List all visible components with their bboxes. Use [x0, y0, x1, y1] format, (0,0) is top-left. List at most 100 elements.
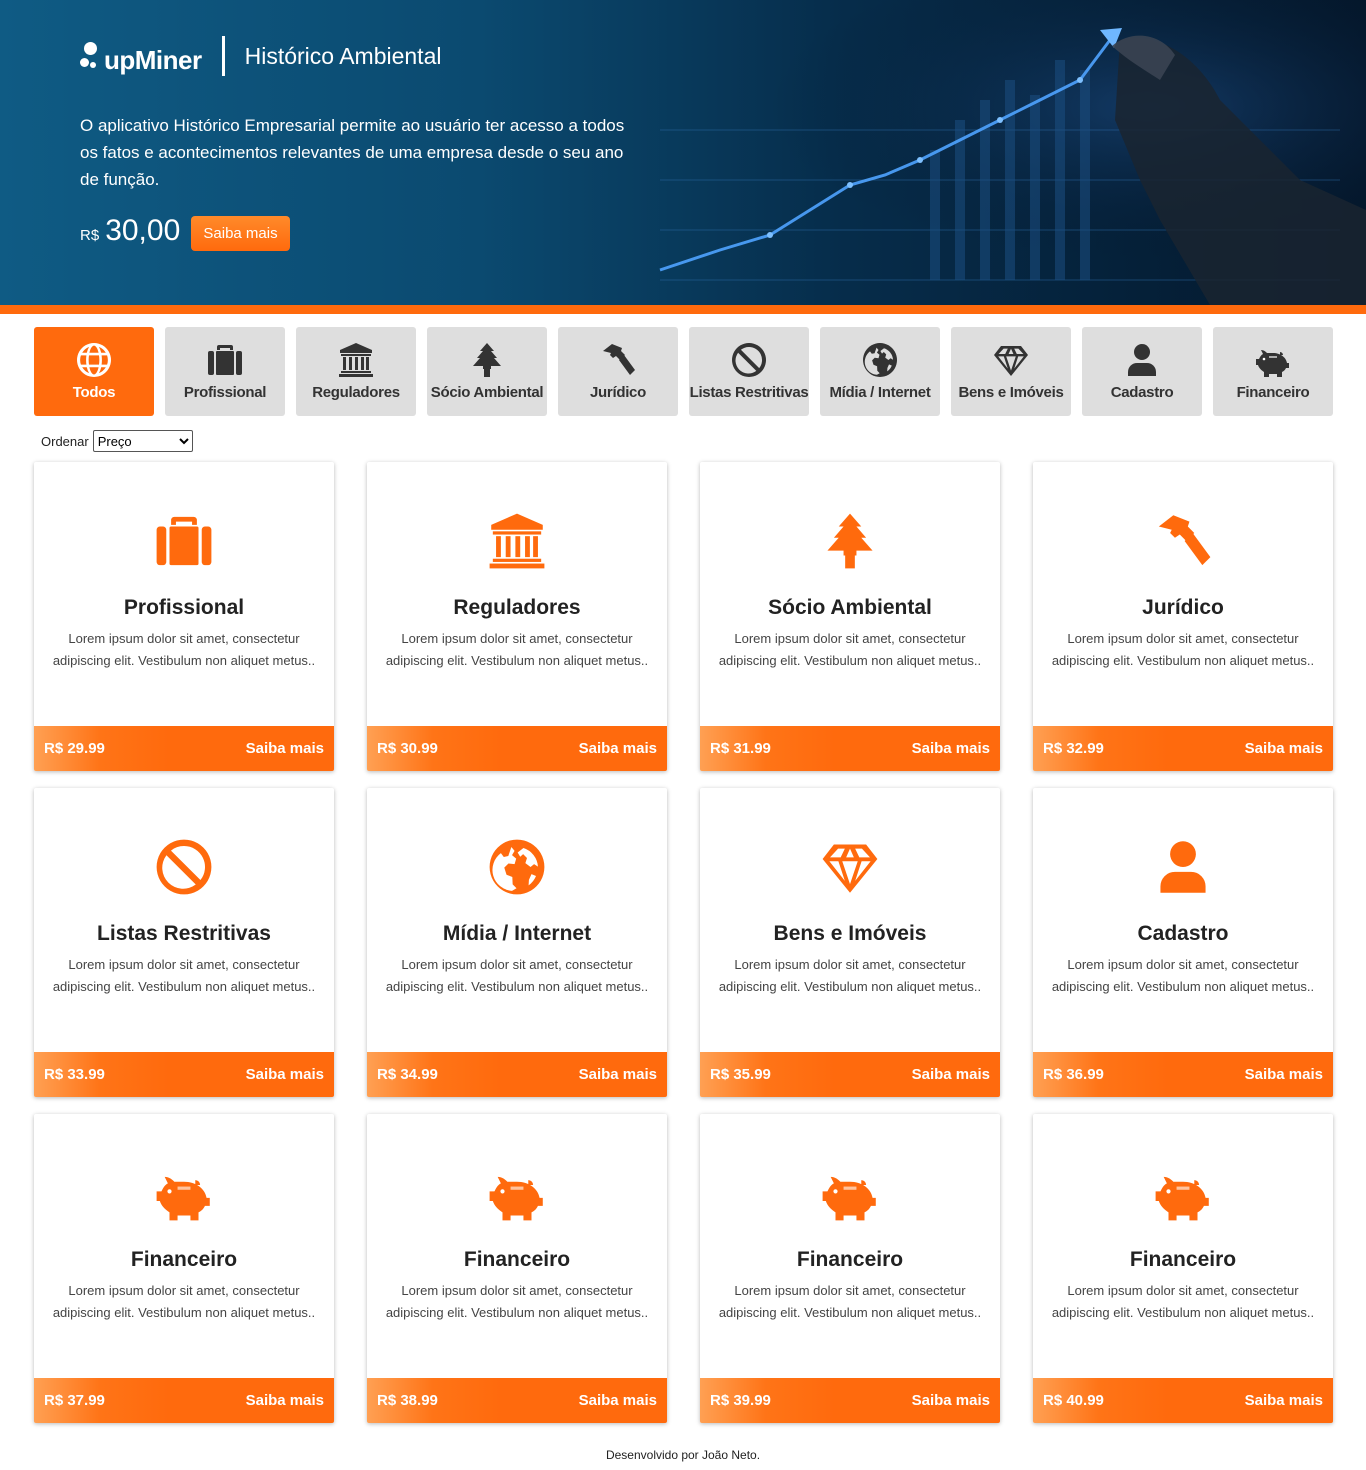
card-footer: R$ 32.99 Saiba mais	[1033, 726, 1333, 771]
card-title: Financeiro	[796, 1248, 904, 1271]
tab-reguladores[interactable]: Reguladores	[296, 327, 416, 416]
card-saiba-mais-button[interactable]: Saiba mais	[1245, 740, 1323, 757]
tab-profissional[interactable]: Profissional	[165, 327, 285, 416]
tab-label: Profissional	[183, 384, 267, 401]
product-card[interactable]: Financeiro Lorem ipsum dolor sit amet, c…	[34, 1114, 334, 1423]
bank-icon	[367, 512, 667, 572]
card-title: Financeiro	[130, 1248, 238, 1271]
card-description: Lorem ipsum dolor sit amet, consectetur …	[52, 1283, 316, 1320]
diamond-icon	[700, 838, 1000, 898]
ban-icon	[730, 341, 768, 379]
hero-price-currency: R$	[80, 227, 100, 244]
product-card[interactable]: Jurídico Lorem ipsum dolor sit amet, con…	[1033, 462, 1333, 771]
sort-label: Ordenar	[41, 433, 89, 449]
product-card[interactable]: Bens e Imóveis Lorem ipsum dolor sit ame…	[700, 788, 1000, 1097]
user-icon	[1033, 838, 1333, 898]
product-card[interactable]: Listas Restritivas Lorem ipsum dolor sit…	[34, 788, 334, 1097]
card-saiba-mais-button[interactable]: Saiba mais	[912, 740, 990, 757]
product-card[interactable]: Reguladores Lorem ipsum dolor sit amet, …	[367, 462, 667, 771]
globe-icon	[75, 341, 113, 379]
card-price: R$ 33.99	[44, 1066, 105, 1083]
card-title: Mídia / Internet	[442, 922, 592, 945]
card-footer: R$ 37.99 Saiba mais	[34, 1378, 334, 1423]
card-description: Lorem ipsum dolor sit amet, consectetur …	[718, 631, 982, 668]
card-description: Lorem ipsum dolor sit amet, consectetur …	[385, 957, 649, 994]
card-saiba-mais-button[interactable]: Saiba mais	[1245, 1066, 1323, 1083]
hero-banner: upMiner Histórico Ambiental O aplicativo…	[0, 0, 1366, 305]
card-title: Financeiro	[463, 1248, 571, 1271]
card-description: Lorem ipsum dolor sit amet, consectetur …	[385, 1283, 649, 1320]
hero-saiba-mais-button[interactable]: Saiba mais	[191, 216, 290, 251]
card-saiba-mais-button[interactable]: Saiba mais	[912, 1392, 990, 1409]
card-description: Lorem ipsum dolor sit amet, consectetur …	[718, 957, 982, 994]
card-saiba-mais-button[interactable]: Saiba mais	[579, 740, 657, 757]
card-saiba-mais-button[interactable]: Saiba mais	[246, 740, 324, 757]
product-card[interactable]: Financeiro Lorem ipsum dolor sit amet, c…	[700, 1114, 1000, 1423]
tab-cadastro[interactable]: Cadastro	[1082, 327, 1202, 416]
card-saiba-mais-button[interactable]: Saiba mais	[1245, 1392, 1323, 1409]
card-description: Lorem ipsum dolor sit amet, consectetur …	[52, 957, 316, 994]
tab-label: Sócio Ambiental	[430, 384, 544, 401]
tab-listas-restritivas[interactable]: Listas Restritivas	[689, 327, 809, 416]
tab-bens-imoveis[interactable]: Bens e Imóveis	[951, 327, 1071, 416]
card-footer: R$ 30.99 Saiba mais	[367, 726, 667, 771]
product-card[interactable]: Sócio Ambiental Lorem ipsum dolor sit am…	[700, 462, 1000, 771]
card-price: R$ 40.99	[1043, 1392, 1104, 1409]
brand-divider	[221, 36, 225, 76]
card-saiba-mais-button[interactable]: Saiba mais	[579, 1392, 657, 1409]
ban-icon	[34, 838, 334, 898]
card-description: Lorem ipsum dolor sit amet, consectetur …	[718, 1283, 982, 1320]
tab-financeiro[interactable]: Financeiro	[1213, 327, 1333, 416]
card-description: Lorem ipsum dolor sit amet, consectetur …	[385, 631, 649, 668]
card-footer: R$ 36.99 Saiba mais	[1033, 1052, 1333, 1097]
tab-todos[interactable]: Todos	[34, 327, 154, 416]
card-footer: R$ 33.99 Saiba mais	[34, 1052, 334, 1097]
card-saiba-mais-button[interactable]: Saiba mais	[912, 1066, 990, 1083]
card-title: Jurídico	[1142, 596, 1224, 619]
earth-icon	[861, 341, 899, 379]
hero-accent-bar	[0, 305, 1366, 314]
card-footer: R$ 38.99 Saiba mais	[367, 1378, 667, 1423]
category-tabs: Todos Profissional Reguladores Sócio Amb…	[34, 327, 1333, 416]
card-price: R$ 34.99	[377, 1066, 438, 1083]
product-card[interactable]: Mídia / Internet Lorem ipsum dolor sit a…	[367, 788, 667, 1097]
card-footer: R$ 29.99 Saiba mais	[34, 726, 334, 771]
card-saiba-mais-button[interactable]: Saiba mais	[579, 1066, 657, 1083]
card-price: R$ 31.99	[710, 740, 771, 757]
briefcase-icon	[34, 512, 334, 572]
piggy-bank-icon	[367, 1164, 667, 1224]
bank-icon	[337, 341, 375, 379]
product-card[interactable]: Financeiro Lorem ipsum dolor sit amet, c…	[1033, 1114, 1333, 1423]
card-title: Profissional	[123, 596, 245, 619]
diamond-icon	[992, 341, 1030, 379]
card-price: R$ 32.99	[1043, 740, 1104, 757]
sort-select[interactable]: Preço	[92, 430, 193, 452]
card-saiba-mais-button[interactable]: Saiba mais	[246, 1392, 324, 1409]
piggy-bank-icon	[700, 1164, 1000, 1224]
card-saiba-mais-button[interactable]: Saiba mais	[246, 1066, 324, 1083]
card-title: Financeiro	[1129, 1248, 1237, 1271]
tree-icon	[468, 341, 506, 379]
hero-price: R$ 30,00	[80, 214, 180, 248]
card-price: R$ 36.99	[1043, 1066, 1104, 1083]
product-card[interactable]: Profissional Lorem ipsum dolor sit amet,…	[34, 462, 334, 771]
tab-label: Listas Restritivas	[689, 384, 809, 401]
card-title: Sócio Ambiental	[768, 596, 932, 619]
product-card[interactable]: Financeiro Lorem ipsum dolor sit amet, c…	[367, 1114, 667, 1423]
card-description: Lorem ipsum dolor sit amet, consectetur …	[1051, 631, 1315, 668]
tab-juridico[interactable]: Jurídico	[558, 327, 678, 416]
card-price: R$ 38.99	[377, 1392, 438, 1409]
tab-midia-internet[interactable]: Mídia / Internet	[820, 327, 940, 416]
user-icon	[1123, 341, 1161, 379]
tab-socio-ambiental[interactable]: Sócio Ambiental	[427, 327, 547, 416]
tree-icon	[700, 512, 1000, 572]
piggy-bank-icon	[34, 1164, 334, 1224]
hero-price-value: 30,00	[105, 214, 181, 247]
product-card[interactable]: Cadastro Lorem ipsum dolor sit amet, con…	[1033, 788, 1333, 1097]
hammer-icon	[1033, 512, 1333, 572]
tab-label: Mídia / Internet	[829, 384, 931, 401]
brand: upMiner Histórico Ambiental	[80, 36, 441, 76]
tab-label: Cadastro	[1110, 384, 1174, 401]
card-footer: R$ 31.99 Saiba mais	[700, 726, 1000, 771]
card-description: Lorem ipsum dolor sit amet, consectetur …	[1051, 1283, 1315, 1320]
